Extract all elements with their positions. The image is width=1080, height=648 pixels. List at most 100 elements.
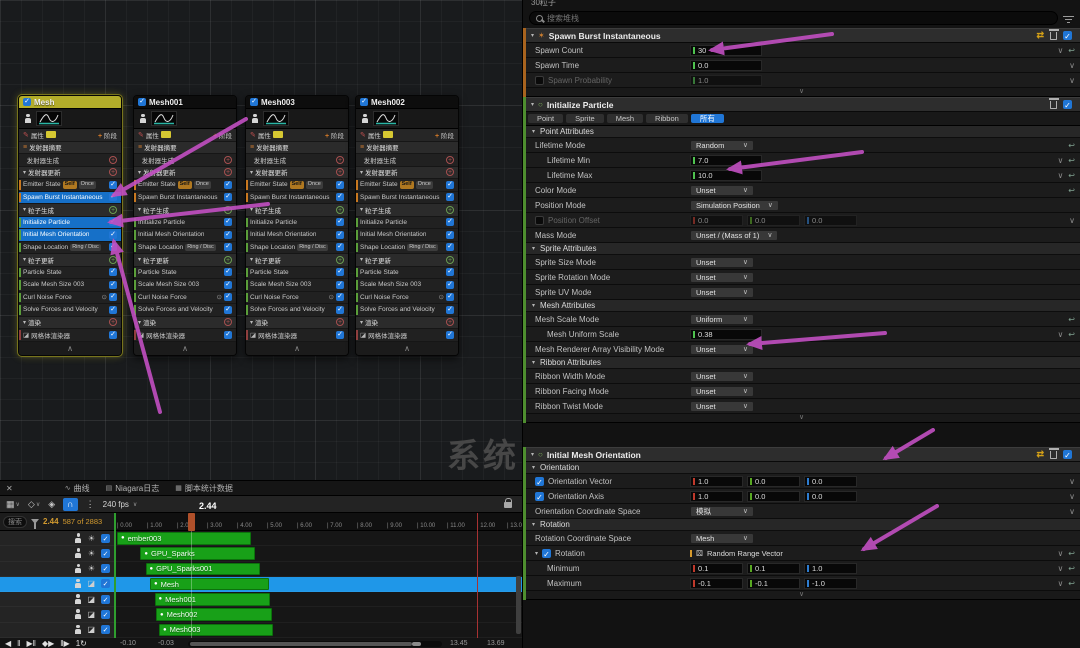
- node-module-row[interactable]: Scale Mesh Size 003 ✓: [19, 279, 121, 292]
- node-module-row[interactable]: Particle State ✓: [356, 266, 458, 279]
- node-module-row[interactable]: Emitter State Self Once ✓: [19, 179, 121, 192]
- track-header-ember003[interactable]: ☀ ✓: [0, 531, 115, 547]
- node-module-row[interactable]: Initialize Particle ✓: [356, 216, 458, 229]
- add-module-icon[interactable]: +: [446, 255, 454, 264]
- property-dropdown[interactable]: Unset ∨: [690, 400, 754, 412]
- node-row-group[interactable]: ▾ 粒子生成 +: [356, 204, 458, 217]
- vector-component-field[interactable]: 0.1: [747, 562, 800, 574]
- module-enabled-checkbox[interactable]: ✓: [336, 305, 344, 314]
- module-enabled-checkbox[interactable]: ✓: [446, 180, 454, 189]
- node-module-row[interactable]: Shape Location Ring / Disc ✓: [246, 241, 348, 254]
- module-enabled-checkbox[interactable]: ✓: [109, 218, 117, 227]
- property-dropdown[interactable]: Unset ∨: [690, 385, 754, 397]
- track-bar[interactable]: ● Mesh001: [154, 593, 270, 606]
- track-enabled-checkbox[interactable]: ✓: [101, 533, 110, 543]
- track-header-Mesh[interactable]: ◪ ✓: [0, 576, 115, 593]
- add-module-icon[interactable]: +: [224, 318, 232, 327]
- property-dropdown[interactable]: 模拟 ∨: [690, 505, 754, 517]
- emitter-node-header[interactable]: ✓ Mesh003: [246, 96, 348, 109]
- node-module-row[interactable]: ◪ 网格体渲染器 ✓: [19, 329, 121, 342]
- module-enabled-checkbox[interactable]: ✓: [109, 230, 117, 239]
- expand-arrow-icon[interactable]: ▾: [360, 169, 363, 176]
- pause-button[interactable]: ‖: [17, 639, 20, 648]
- module-enabled-checkbox[interactable]: ✓: [336, 330, 344, 339]
- track-lane-GPU_Sparks001[interactable]: ● GPU_Sparks001: [115, 562, 522, 577]
- emitter-node-header[interactable]: ✓ Mesh001: [134, 96, 236, 109]
- playhead-handle[interactable]: [188, 513, 195, 531]
- reset-to-default-icon[interactable]: ↩: [1068, 330, 1075, 339]
- attribute-group-header[interactable]: ▾ Point Attributes: [523, 126, 1080, 138]
- eye-icon[interactable]: ⊙: [217, 293, 222, 301]
- tab-脚本统计数据[interactable]: ▦ 脚本统计数据: [175, 483, 233, 494]
- node-row-group[interactable]: 发射器生成 +: [134, 154, 236, 167]
- node-enabled-checkbox[interactable]: ✓: [138, 98, 146, 106]
- node-row-emitter-summary[interactable]: ≡ 发射器摘要: [134, 141, 236, 154]
- module-enabled-checkbox[interactable]: ✓: [224, 330, 232, 339]
- property-dropdown[interactable]: Unset / (Mass of 1) ∨: [690, 229, 779, 241]
- chevron-down-icon[interactable]: ∨: [1069, 492, 1075, 501]
- property-dropdown[interactable]: Uniform ∨: [690, 313, 754, 325]
- scrollbar-thumb[interactable]: [190, 641, 412, 646]
- chevron-down-icon[interactable]: ∨: [1069, 61, 1075, 70]
- attribute-group-header[interactable]: ▾ Mesh Attributes: [523, 300, 1080, 312]
- stack-section-header[interactable]: ▾ ○ Initial Mesh Orientation ⇄ ✓: [523, 447, 1080, 462]
- node-module-row[interactable]: Initialize Particle ✓: [134, 216, 236, 229]
- property-dropdown[interactable]: Mesh ∨: [690, 532, 754, 544]
- fps-dropdown[interactable]: 240 fps ∨: [103, 500, 138, 509]
- node-row-group[interactable]: ▾ 发射器更新 +: [134, 166, 236, 179]
- track-bar[interactable]: ● GPU_Sparks: [140, 547, 255, 560]
- module-enabled-checkbox[interactable]: ✓: [446, 193, 454, 202]
- vector-component-field[interactable]: 0.0: [804, 214, 857, 226]
- vector-component-field[interactable]: 0.0: [747, 490, 800, 502]
- filter-tab[interactable]: 所有: [690, 114, 724, 123]
- node-module-row[interactable]: Initial Mesh Orientation ✓: [19, 229, 121, 242]
- vector-component-field[interactable]: 1.0: [690, 475, 743, 487]
- module-enabled-checkbox[interactable]: ✓: [224, 293, 232, 302]
- node-row-properties[interactable]: ✎ 属性 + 阶段: [246, 129, 348, 142]
- track-lane-GPU_Sparks[interactable]: ● GPU_Sparks: [115, 546, 522, 562]
- property-dropdown[interactable]: Unset ∨: [690, 343, 754, 355]
- reset-to-default-icon[interactable]: ↩: [1068, 549, 1075, 558]
- expand-arrow-icon[interactable]: ▾: [532, 359, 535, 366]
- node-row-group[interactable]: ▾ 发射器更新 +: [19, 166, 121, 179]
- node-row-group[interactable]: ▾ 渲染 +: [134, 316, 236, 329]
- dynamic-input[interactable]: ⚄ Random Range Vector: [690, 548, 783, 559]
- filter-tab[interactable]: Mesh: [606, 114, 644, 123]
- expand-arrow-icon[interactable]: ▾: [138, 169, 141, 176]
- node-row-properties[interactable]: ✎ 属性 + 阶段: [134, 129, 236, 142]
- node-module-row[interactable]: Solve Forces and Velocity ✓: [356, 304, 458, 317]
- add-module-icon[interactable]: +: [224, 155, 232, 164]
- vector-component-field[interactable]: 0.0: [747, 475, 800, 487]
- track-enabled-checkbox[interactable]: ✓: [101, 548, 110, 558]
- expand-arrow-icon[interactable]: ▾: [250, 319, 253, 326]
- property-checkbox[interactable]: ✓: [535, 476, 544, 486]
- track-enabled-checkbox[interactable]: ✓: [101, 625, 110, 635]
- track-header-Mesh003[interactable]: ◪ ✓: [0, 623, 115, 638]
- vertical-scrollbar[interactable]: [516, 576, 521, 634]
- add-module-icon[interactable]: +: [446, 318, 454, 327]
- emitter-node-Mesh[interactable]: ✓ Mesh ✎ 属性 + 阶段 ≡ 发射器摘要 发射器生成 + ▾ 发射器更新 + Emitter …: [18, 95, 122, 356]
- module-enabled-checkbox[interactable]: ✓: [224, 218, 232, 227]
- playback-start-marker[interactable]: [114, 513, 116, 638]
- node-module-row[interactable]: Spawn Burst Instantaneous ✓: [134, 191, 236, 204]
- node-module-row[interactable]: Curl Noise Force ⊙ ✓: [356, 291, 458, 304]
- expand-arrow-icon[interactable]: ▾: [23, 169, 26, 176]
- vector-component-field[interactable]: -0.1: [747, 577, 800, 589]
- expand-arrow-icon[interactable]: ▾: [250, 206, 253, 213]
- module-enabled-checkbox[interactable]: ✓: [109, 193, 117, 202]
- module-enabled-checkbox[interactable]: ✓: [336, 218, 344, 227]
- reset-to-default-icon[interactable]: ↩: [1068, 156, 1075, 165]
- module-enabled-checkbox[interactable]: ✓: [446, 243, 454, 252]
- module-enabled-checkbox[interactable]: ✓: [336, 230, 344, 239]
- expand-arrow-icon[interactable]: ▾: [535, 550, 538, 557]
- add-module-icon[interactable]: +: [109, 255, 117, 264]
- chevron-down-icon[interactable]: ∨: [1069, 507, 1075, 516]
- section-collapse-button[interactable]: ∨: [523, 88, 1080, 97]
- chevron-down-icon[interactable]: ∨: [1069, 216, 1075, 225]
- node-row-group[interactable]: ▾ 发射器更新 +: [246, 166, 348, 179]
- property-dropdown[interactable]: Unset ∨: [690, 256, 754, 268]
- module-enabled-checkbox[interactable]: ✓: [224, 243, 232, 252]
- node-collapse-button[interactable]: ∧: [356, 341, 458, 355]
- tab-曲线[interactable]: ∿ 曲线: [65, 483, 90, 494]
- emitter-node-Mesh003[interactable]: ✓ Mesh003 ✎ 属性 + 阶段 ≡ 发射器摘要 发射器生成 + ▾ 发射器更新 + Emitt…: [245, 95, 349, 356]
